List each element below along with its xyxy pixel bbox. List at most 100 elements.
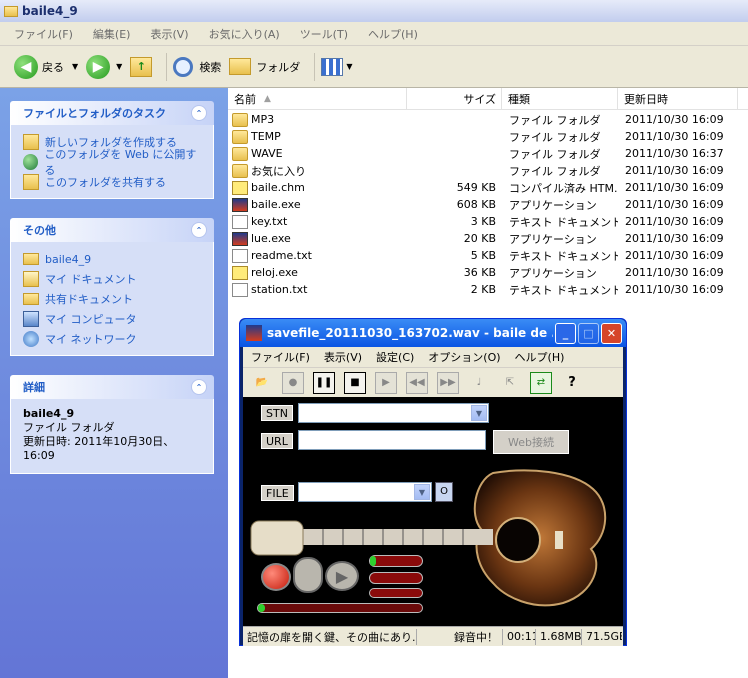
progress-thumb[interactable]	[258, 604, 265, 612]
back-button[interactable]: ◀ 戻る ▼	[14, 54, 78, 79]
dropdown-arrow-icon[interactable]: ▼	[116, 62, 122, 71]
menu-tools[interactable]: ツール(T)	[300, 26, 348, 42]
task-publish-web[interactable]: このフォルダを Web に公開する	[23, 148, 201, 177]
file-row[interactable]: baile.exe 608 KB アプリケーション 2011/10/30 16:09	[228, 196, 748, 213]
menu-view[interactable]: 表示(V)	[150, 26, 188, 42]
maximize-button[interactable]: □	[578, 322, 599, 344]
column-header: 名前 ▲ サイズ 種類 更新日時	[228, 87, 748, 110]
file-row[interactable]: WAVE ファイル フォルダ 2011/10/30 16:37	[228, 145, 748, 162]
file-date: 2011/10/30 16:37	[625, 147, 724, 160]
web-connect-button[interactable]: Web接続	[493, 430, 569, 454]
file-row[interactable]: reloj.exe 36 KB アプリケーション 2011/10/30 16:09	[228, 264, 748, 281]
collapse-chevron-icon[interactable]: ⌃	[191, 105, 207, 121]
folders-button[interactable]: フォルダ	[229, 58, 300, 75]
column-name[interactable]: 名前 ▲	[228, 87, 407, 110]
other-panel-title: その他	[23, 224, 56, 237]
play-circle-button[interactable]: ▶	[325, 561, 359, 591]
file-row[interactable]: readme.txt 5 KB テキスト ドキュメント 2011/10/30 16:0…	[228, 247, 748, 264]
help-icon[interactable]: ?	[561, 372, 583, 394]
file-row[interactable]: TEMP ファイル フォルダ 2011/10/30 16:09	[228, 128, 748, 145]
file-row[interactable]: MP3 ファイル フォルダ 2011/10/30 16:09	[228, 111, 748, 128]
place-label: 共有ドキュメント	[45, 293, 133, 306]
file-row[interactable]: key.txt 3 KB テキスト ドキュメント 2011/10/30 16:09	[228, 213, 748, 230]
file-select[interactable]: ▼	[298, 482, 432, 502]
baile-menu-help[interactable]: ヘルプ(H)	[515, 349, 565, 365]
collapse-chevron-icon[interactable]: ⌃	[191, 222, 207, 238]
place-label: baile4_9	[45, 252, 92, 266]
globe-icon	[23, 154, 39, 170]
tasks-panel-header[interactable]: ファイルとフォルダのタスク ⌃	[10, 101, 214, 125]
file-name: baile.exe	[251, 198, 301, 211]
arrow-right-icon: ▶	[86, 54, 111, 79]
task-pane: ファイルとフォルダのタスク ⌃ 新しいフォルダを作成する このフォルダを Web…	[0, 88, 228, 678]
volume-button[interactable]: ♩	[468, 372, 490, 394]
status-state: 録音中！	[417, 628, 503, 645]
column-name-label: 名前	[234, 92, 256, 106]
baile-menu-settings[interactable]: 設定(C)	[376, 349, 414, 365]
status-message: 記憶の扉を開く鍵、その曲にあり...	[243, 628, 417, 645]
file-row[interactable]: lue.exe 20 KB アプリケーション 2011/10/30 16:09	[228, 230, 748, 247]
pause-button[interactable]: ❚❚	[313, 371, 335, 394]
baile-menu-view[interactable]: 表示(V)	[324, 349, 362, 365]
import-button[interactable]: ⇱	[499, 372, 521, 394]
place-baile4-9[interactable]: baile4_9	[23, 249, 201, 269]
file-name: お気に入り	[251, 164, 306, 178]
details-panel-header[interactable]: 詳細 ⌃	[10, 375, 214, 399]
fast-forward-button[interactable]: ▶▶	[437, 371, 459, 394]
up-folder-icon: ↑	[130, 56, 153, 77]
menu-file[interactable]: ファイル(F)	[14, 26, 73, 42]
file-name: reloj.exe	[251, 266, 298, 279]
close-button[interactable]: ✕	[601, 322, 622, 344]
place-my-computer[interactable]: マイ コンピュータ	[23, 309, 201, 329]
column-size[interactable]: サイズ	[407, 87, 502, 110]
stop-button[interactable]: ■	[344, 371, 366, 394]
search-button[interactable]: 検索	[173, 56, 221, 77]
folder-icon	[232, 163, 248, 178]
file-name-cell: baile.exe	[228, 197, 407, 212]
baile-menu-file[interactable]: ファイル(F)	[251, 349, 310, 365]
place-my-network[interactable]: マイ ネットワーク	[23, 329, 201, 349]
file-name: MP3	[251, 113, 275, 126]
play-button[interactable]: ▶	[375, 371, 397, 394]
progress-slider[interactable]	[257, 603, 423, 613]
file-type: アプリケーション	[509, 266, 597, 280]
minimize-button[interactable]: _	[555, 322, 576, 344]
dropdown-arrow-icon[interactable]: ▼	[72, 62, 78, 71]
folder-icon	[4, 5, 18, 17]
file-row[interactable]: station.txt 2 KB テキスト ドキュメント 2011/10/30 16:…	[228, 281, 748, 298]
file-row[interactable]: baile.chm 549 KB コンパイル済み HTM... 2011/10/30 …	[228, 179, 748, 196]
chevron-down-icon[interactable]: ▼	[471, 405, 487, 421]
folder-icon	[232, 146, 248, 161]
views-button[interactable]: ▼	[321, 57, 352, 76]
open-folder-button[interactable]: 📂	[251, 372, 273, 394]
up-folder-button[interactable]: ↑	[130, 56, 153, 77]
other-panel-header[interactable]: その他 ⌃	[10, 218, 214, 242]
place-shared-documents[interactable]: 共有ドキュメント	[23, 289, 201, 309]
rewind-button[interactable]: ◀◀	[406, 371, 428, 394]
exe-icon	[232, 197, 248, 212]
file-type: コンパイル済み HTM...	[509, 181, 618, 195]
file-date: 2011/10/30 16:09	[625, 113, 724, 126]
file-row[interactable]: お気に入り ファイル フォルダ 2011/10/30 16:09	[228, 162, 748, 179]
station-select[interactable]: ▼	[298, 403, 489, 423]
chevron-down-icon[interactable]: ▼	[414, 484, 430, 500]
record-circle-button[interactable]	[261, 563, 291, 591]
file-size: 2 KB	[470, 283, 496, 296]
baile-menu-options[interactable]: オプション(O)	[428, 349, 500, 365]
folder-icon	[229, 58, 252, 75]
stop-circle-button[interactable]	[293, 557, 323, 593]
swap-button[interactable]: ⇄	[530, 371, 552, 394]
column-type[interactable]: 種類	[502, 87, 618, 110]
details-name: baile4_9	[23, 407, 75, 420]
browse-file-button[interactable]: O	[435, 482, 453, 502]
url-input[interactable]	[298, 430, 486, 450]
record-button[interactable]: ●	[282, 371, 304, 394]
menu-help[interactable]: ヘルプ(H)	[368, 26, 418, 42]
menu-favorites[interactable]: お気に入り(A)	[209, 26, 280, 42]
column-date[interactable]: 更新日時	[618, 87, 738, 110]
other-places-panel: その他 ⌃ baile4_9 マイ ドキュメント 共有ドキュメント マイ コンピ…	[10, 218, 214, 356]
collapse-chevron-icon[interactable]: ⌃	[191, 379, 207, 395]
menu-edit[interactable]: 編集(E)	[93, 26, 131, 42]
forward-button[interactable]: ▶ ▼	[86, 54, 122, 79]
place-my-documents[interactable]: マイ ドキュメント	[23, 269, 201, 289]
